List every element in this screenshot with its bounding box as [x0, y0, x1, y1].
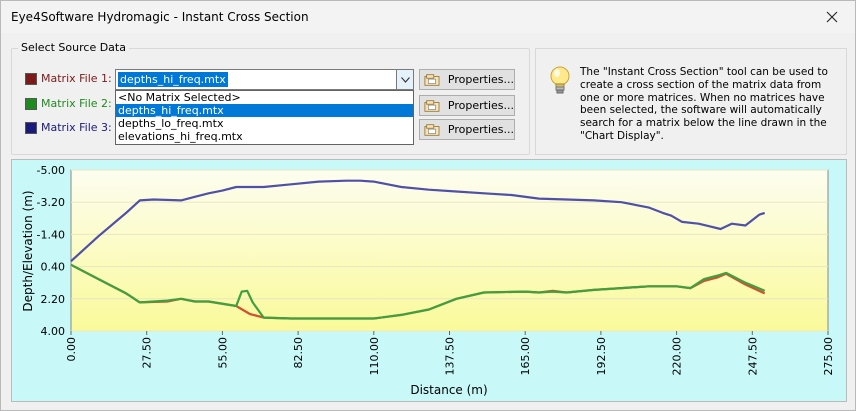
properties-button-3[interactable]: Properties... — [419, 119, 515, 140]
chart-svg: -5.00 -3.20 -1.40 0.40 2.20 4.000.00 27.50 55.0… — [21, 164, 835, 397]
x-tick-label: 27.50 — [141, 337, 154, 369]
x-tick-label: 110.00 — [368, 337, 381, 376]
y-tick-label: -5.00 — [37, 164, 65, 177]
close-icon — [826, 11, 838, 23]
matrix-2-color-swatch — [25, 97, 37, 110]
info-text: The "Instant Cross Section" tool can be … — [580, 66, 828, 142]
properties-icon — [424, 99, 440, 112]
instant-cross-section-window: Eye4Software Hydromagic - Instant Cross … — [0, 0, 856, 411]
matrix-file-3-label: Matrix File 3: — [25, 121, 112, 134]
info-panel: The "Instant Cross Section" tool can be … — [535, 48, 847, 155]
y-tick-label: 4.00 — [41, 325, 66, 338]
matrix-file-1-combobox[interactable]: depths_hi_freq.mtx — [115, 69, 414, 90]
y-tick-label: -3.20 — [37, 196, 65, 209]
x-tick-label: 0.00 — [65, 337, 78, 362]
matrix-3-color-swatch — [25, 121, 37, 134]
properties-button-label: Properties... — [447, 123, 514, 136]
title-bar: Eye4Software Hydromagic - Instant Cross … — [1, 1, 855, 33]
dropdown-option[interactable]: elevations_hi_freq.mtx — [116, 130, 413, 143]
combo-dropdown-button[interactable] — [396, 70, 413, 89]
properties-button-label: Properties... — [447, 99, 514, 112]
dropdown-option[interactable]: depths_lo_freq.mtx — [116, 117, 413, 130]
y-tick-label: 0.40 — [41, 261, 66, 274]
x-tick-label: 82.50 — [292, 337, 305, 369]
x-tick-label: 247.50 — [746, 337, 759, 376]
x-tick-label: 165.00 — [519, 337, 532, 376]
plot-area — [70, 169, 829, 332]
matrix-file-1-label: Matrix File 1: — [25, 72, 112, 85]
matrix-1-color-swatch — [25, 72, 37, 85]
matrix-file-2-label: Matrix File 2: — [25, 97, 112, 110]
x-tick-label: 192.50 — [595, 337, 608, 376]
y-axis-label: Depth/Elevation (m) — [21, 190, 35, 311]
close-button[interactable] — [809, 1, 855, 33]
cross-section-chart[interactable]: -5.00 -3.20 -1.40 0.40 2.20 4.00 0.00 27.50 55.0… — [11, 159, 847, 402]
matrix-file-2-text: Matrix File 2: — [41, 97, 112, 110]
matrix-dropdown-list[interactable]: <No Matrix Selected> depths_hi_freq.mtx … — [115, 90, 414, 145]
y-tick-label: 2.20 — [41, 293, 66, 306]
x-tick-label: 137.50 — [444, 337, 457, 376]
x-tick-label: 55.00 — [216, 337, 229, 369]
properties-button-2[interactable]: Properties... — [419, 95, 515, 116]
matrix-file-1-text: Matrix File 1: — [41, 72, 112, 85]
chevron-down-icon — [400, 76, 410, 83]
x-axis-label: Distance (m) — [410, 383, 487, 397]
lightbulb-icon — [550, 66, 570, 94]
dropdown-option[interactable]: <No Matrix Selected> — [116, 91, 413, 104]
combo-selected-value: depths_hi_freq.mtx — [118, 72, 228, 87]
x-tick-label: 220.00 — [671, 337, 684, 376]
properties-icon — [424, 73, 440, 86]
properties-button-label: Properties... — [447, 73, 514, 86]
y-tick-label: -1.40 — [37, 228, 65, 241]
dropdown-option-selected[interactable]: depths_hi_freq.mtx — [116, 104, 413, 117]
group-title: Select Source Data — [18, 41, 129, 54]
properties-button-1[interactable]: Properties... — [419, 69, 515, 90]
matrix-file-3-text: Matrix File 3: — [41, 121, 112, 134]
properties-icon — [424, 123, 440, 136]
window-title: Eye4Software Hydromagic - Instant Cross … — [11, 10, 309, 24]
x-tick-label: 275.00 — [822, 337, 835, 376]
